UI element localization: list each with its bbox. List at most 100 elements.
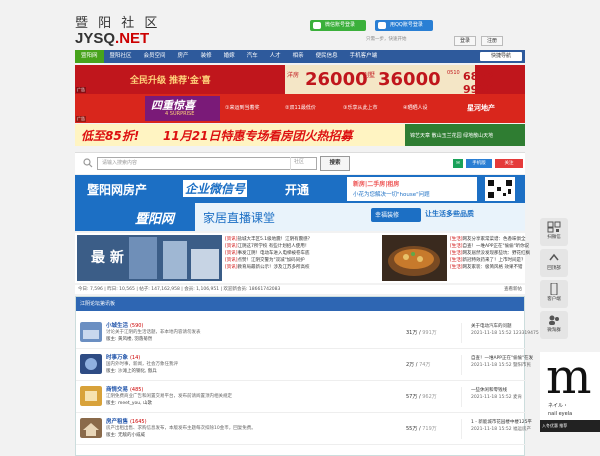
- banner1-text-a: 暨阳网房产: [87, 183, 148, 197]
- side-ad-line2: nail eyela: [548, 411, 573, 417]
- ad2-item-4: ④晒晒人设: [403, 105, 428, 111]
- logo-english: JYSQ.NET: [75, 30, 150, 47]
- ad3-headline: 11月21日特惠专场看房团火热招募: [163, 129, 353, 143]
- ad3-right: 锦艺天章 散山玉兰花园 绿地散山天地: [410, 133, 494, 139]
- nav-item-wedding[interactable]: 婚嫁: [218, 50, 241, 63]
- forum-board-title[interactable]: 江阴论坛第讯板: [76, 297, 524, 311]
- weitao-group-button[interactable]: 微淘群: [540, 311, 568, 339]
- ad2-item-2: ②双11最低价: [285, 105, 316, 111]
- forum-mods: 版主: 无敌的小威威: [106, 433, 145, 438]
- ad-label: 广告: [76, 116, 86, 122]
- forum-counts: 2万 / 74万: [406, 362, 431, 368]
- wechat-login-button[interactable]: 微信账号登录: [310, 20, 366, 31]
- nav-item-mobile[interactable]: 手机客户端: [344, 50, 384, 63]
- table-row[interactable]: 小城生活 (590) 讨论关于江阴的生活话题，非本地内容请勿发表 版主: 黄风楼…: [76, 317, 539, 349]
- ad1-phone-code: 0510: [447, 70, 460, 76]
- ad1-headline: 全民升级 推荐'金'喜: [130, 76, 211, 86]
- nav-item-jobs[interactable]: 人才: [264, 50, 287, 63]
- forum-desc: 江阴免费商业广告和闲置交易平台，发布前请阅置顶内相关规定: [106, 394, 232, 399]
- ad2-item-3: ③乐享从此上市: [343, 105, 378, 111]
- banner1-right-a: 新房|二手房|租房: [353, 181, 400, 188]
- forum-desc: 房产出租出售、求购信息发布，本版发布主题每次扣除10金币，回复免费。: [106, 426, 256, 431]
- arrow-up-icon: [549, 253, 559, 261]
- list-item[interactable]: [生活]网友居然没发现那些坑：野花红枫: [450, 250, 600, 257]
- forum-stats: 今日: 7,596 | 昨日: 10,565 | 帖子: 147,162,958…: [75, 285, 525, 294]
- logo-chinese: 暨 阳 社 区: [75, 16, 161, 31]
- table-row[interactable]: 房产租售 (1645) 房产出租出售、求购信息发布，本版发布主题每次扣除10金币…: [76, 413, 532, 445]
- qr-icon: [547, 221, 561, 233]
- search-button[interactable]: 搜索: [320, 156, 350, 171]
- ad-banner-1[interactable]: 全民升级 推荐'金'喜 洋房 26000 别墅 36000 0510 6852 …: [75, 65, 525, 94]
- nav-item-dating[interactable]: 相亲: [287, 50, 310, 63]
- forum-icon: [80, 418, 102, 438]
- client-app-button[interactable]: 客户端: [540, 280, 568, 308]
- weibo-follow-button[interactable]: 关注: [495, 159, 523, 168]
- forum-mods: 版主: 沙滩上的钢化, 傲兵: [106, 369, 157, 374]
- news-slider[interactable]: 最 新: [77, 235, 222, 281]
- main-nav: 暨阳网 暨阳社区 会员空间 房产 装修 婚嫁 汽车 人才 相亲 便民信息 手机客…: [75, 50, 525, 63]
- food-image[interactable]: [382, 235, 447, 281]
- latest-post[interactable]: 关于电动汽车的问题 2021-11-18 15:52 123319475: [471, 323, 591, 337]
- list-item[interactable]: [资讯]盐城大丰区5.1级地震！江阴有震感？: [225, 236, 375, 243]
- nav-item-house[interactable]: 房产: [172, 50, 195, 63]
- list-item[interactable]: [生活]自查！一堆APP正在"偷偷"听你说: [450, 243, 600, 250]
- ad1-label-villa: 洋房: [287, 72, 300, 79]
- search-input[interactable]: 请输入搜索内容: [97, 157, 317, 170]
- ad3-discount: 低至85折!: [81, 129, 140, 143]
- home-live-banner[interactable]: 暨阳网 家居直播课堂 幸福装修 让生活多些品质: [75, 203, 525, 231]
- qq-icon: [378, 22, 386, 29]
- list-item[interactable]: [资讯]事发江阴！电动车进入电梯被卷车底: [225, 250, 375, 257]
- list-item[interactable]: [资讯]江阴这7所学校 有些计划招人使用！: [225, 243, 375, 250]
- scan-wechat-button[interactable]: 扫微信: [540, 218, 568, 246]
- ad-label: 广告: [76, 87, 86, 93]
- nav-item-service[interactable]: 便民信息: [310, 50, 344, 63]
- table-row[interactable]: 时事万象 (14) 国内外时事，新闻，社会万象任我评 版主: 沙滩上的钢化, 傲…: [76, 349, 533, 381]
- ad2-right-brand: 星河地产: [467, 104, 495, 112]
- forum-desc: 讨论关于江阴的生活话题，非本地内容请勿发表: [106, 330, 201, 335]
- house-wechat-banner[interactable]: 暨阳网房产 企业微信号 开通 新房|二手房|租房 小花为您解决一切"house"…: [75, 175, 525, 203]
- list-item[interactable]: [生活]网友分享家常菜谱：色香味俱全: [450, 236, 600, 243]
- side-ad-logo: m: [546, 352, 592, 405]
- back-to-top-button[interactable]: 回顶部: [540, 249, 568, 277]
- banner2-right-a: 幸福装修: [375, 212, 400, 219]
- ad-banner-3[interactable]: 低至85折! 11月21日特惠专场看房团火热招募 锦艺天章 散山玉兰花园 绿地散…: [75, 124, 525, 146]
- phone-icon: [550, 283, 558, 295]
- list-item[interactable]: [资讯]点赞！江阴交警为"双减"加码同护: [225, 257, 375, 264]
- nav-item-community[interactable]: 暨阳社区: [104, 50, 138, 63]
- forum-icon: [80, 386, 102, 406]
- mobile-version-link[interactable]: 手机版: [466, 159, 492, 168]
- forum-icon: [80, 354, 102, 374]
- new-posts-link[interactable]: 查看新帖: [504, 285, 522, 294]
- nav-item-decoration[interactable]: 装修: [195, 50, 218, 63]
- forum-board: 江阴论坛第讯板 小城生活 (590) 讨论关于江阴的生活话题，非本地内容请勿发表…: [75, 296, 539, 456]
- banner1-right-b: 小花为您解决一切"house"问题: [353, 192, 430, 198]
- news-panel: 最 新 [资讯]盐城大丰区5.1级地震！江阴有震感？ [资讯]江阴这7所学校 有…: [75, 233, 530, 283]
- quick-nav-button[interactable]: 快捷导航: [480, 52, 522, 61]
- list-item[interactable]: [生活]新冠特效药来了！上市时间是？: [450, 257, 600, 264]
- nav-item-member-space[interactable]: 会员空间: [138, 50, 172, 63]
- table-row[interactable]: 商情交易 (485) 江阴免费商业广告和闲置交易平台，发布前请阅置顶内相关规定 …: [76, 381, 526, 413]
- ad1-label-sub: 别墅: [363, 72, 376, 79]
- forum-counts: 31万 / 991万: [406, 330, 437, 336]
- forum-counts: 57万 / 962万: [406, 394, 437, 400]
- forum-mods: 版主: meet_you, 山歌: [106, 401, 153, 406]
- side-ad[interactable]: m ネイル・ nail eyela 入冬优惠 推荐: [540, 352, 600, 432]
- site-logo[interactable]: 暨 阳 社 区 JYSQ.NET: [75, 12, 165, 47]
- list-item[interactable]: [生活]网友家装：极简风格 效果不错: [450, 264, 600, 271]
- login-hint[interactable]: 只需一步，快速开始: [366, 36, 407, 42]
- login-button[interactable]: 登录: [454, 36, 476, 46]
- banner2-text-a: 暨阳网: [135, 212, 175, 227]
- list-item[interactable]: [资讯]教育局最新公示！涉及江苏多所高校: [225, 264, 375, 271]
- wechat-follow-icon[interactable]: ✉: [453, 159, 463, 168]
- qq-login-button[interactable]: 用QQ账号登录: [375, 20, 433, 31]
- ad-banner-2[interactable]: 四重惊喜 4 SURPRISE ①来运到当着奖 ②双11最低价 ③乐享从此上市 …: [75, 94, 525, 123]
- nav-item-home[interactable]: 暨阳网: [75, 50, 104, 63]
- forum-counts: 55万 / 719万: [406, 426, 437, 432]
- register-button[interactable]: 注册: [481, 36, 503, 46]
- search-scope-select[interactable]: 社区: [290, 157, 320, 170]
- stats-text: 今日: 7,596 | 昨日: 10,565 | 帖子: 147,162,958…: [78, 287, 281, 292]
- nav-item-car[interactable]: 汽车: [241, 50, 264, 63]
- news-list-right: [生活]网友分享家常菜谱：色香味俱全 [生活]自查！一堆APP正在"偷偷"听你说…: [450, 236, 600, 271]
- side-ad-bottom: 入冬优惠 推荐: [540, 420, 600, 432]
- ad1-price-2: 36000: [378, 69, 441, 90]
